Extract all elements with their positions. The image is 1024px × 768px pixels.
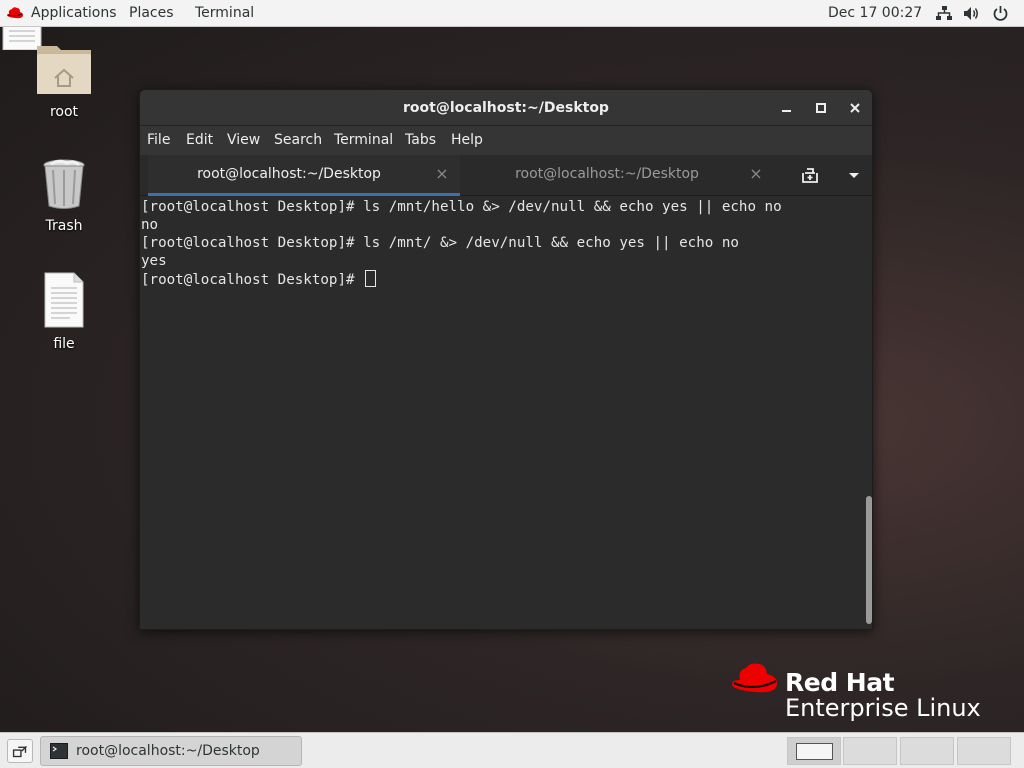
menu-help[interactable]: Help xyxy=(451,126,483,155)
chevron-down-icon[interactable] xyxy=(846,167,862,183)
taskbar-window-item[interactable]: root@localhost:~/Desktop xyxy=(40,736,302,766)
tab-close-icon[interactable]: × xyxy=(434,166,450,182)
workspace-3[interactable] xyxy=(900,737,954,765)
terminal-line: no xyxy=(141,217,159,233)
document-icon xyxy=(44,272,84,328)
desktop-icon-trash[interactable]: Trash xyxy=(24,158,104,234)
taskbar-window-label: root@localhost:~/Desktop xyxy=(76,743,260,759)
workspace-1[interactable] xyxy=(787,737,841,765)
terminal-line: [root@localhost Desktop]# ls /mnt/ &> /d… xyxy=(141,235,739,251)
terminal-line: [root@localhost Desktop]# ls /mnt/hello … xyxy=(141,199,782,215)
desktop-icon-root[interactable]: root xyxy=(24,40,104,120)
top-panel: Applications Places Terminal Dec 17 00:2… xyxy=(0,0,1024,27)
brand-line-2: Enterprise Linux xyxy=(785,694,981,722)
bottom-taskbar: root@localhost:~/Desktop xyxy=(0,732,1024,768)
terminal-app-menu[interactable]: Terminal xyxy=(195,0,254,27)
new-tab-icon[interactable] xyxy=(800,165,820,185)
menu-tabs[interactable]: Tabs xyxy=(405,126,436,155)
tab-close-icon[interactable]: × xyxy=(748,166,764,182)
close-icon[interactable] xyxy=(846,99,864,117)
workspace-window-preview xyxy=(796,743,833,760)
scrollbar-thumb[interactable] xyxy=(866,496,872,624)
terminal-prompt-line: [root@localhost Desktop]# xyxy=(141,270,377,288)
power-icon[interactable] xyxy=(992,5,1009,22)
tab-inactive[interactable]: root@localhost:~/Desktop × xyxy=(470,155,774,196)
workspace-2[interactable] xyxy=(843,737,897,765)
menu-edit[interactable]: Edit xyxy=(186,126,213,155)
window-title: root@localhost:~/Desktop xyxy=(403,100,609,116)
terminal-output[interactable]: [root@localhost Desktop]# ls /mnt/hello … xyxy=(140,196,864,629)
minimize-icon[interactable] xyxy=(778,99,796,117)
terminal-line: yes xyxy=(141,253,167,269)
desktop-icon-label: file xyxy=(53,336,75,352)
home-folder-icon xyxy=(37,46,91,94)
redhat-icon[interactable] xyxy=(6,6,24,20)
workspace-4[interactable] xyxy=(957,737,1011,765)
menu-view[interactable]: View xyxy=(227,126,260,155)
tab-label: root@localhost:~/Desktop xyxy=(515,166,699,182)
scrollbar[interactable] xyxy=(864,196,872,629)
menu-bar: File Edit View Search Terminal Tabs Help xyxy=(140,126,872,155)
redhat-logo-icon xyxy=(732,663,778,693)
desktop-icon-label: Trash xyxy=(45,218,83,234)
menu-terminal[interactable]: Terminal xyxy=(334,126,393,155)
volume-icon[interactable] xyxy=(963,5,981,22)
tab-active[interactable]: root@localhost:~/Desktop × xyxy=(148,155,460,196)
tab-bar: root@localhost:~/Desktop × root@localhos… xyxy=(140,155,872,196)
clock[interactable]: Dec 17 00:27 xyxy=(828,0,922,27)
brand-line-1: Red Hat xyxy=(785,668,895,697)
trash-icon xyxy=(43,159,85,209)
menu-search[interactable]: Search xyxy=(274,126,322,155)
network-icon[interactable] xyxy=(935,5,953,22)
menu-file[interactable]: File xyxy=(147,126,170,155)
terminal-window: root@localhost:~/Desktop File Edit View … xyxy=(139,89,873,630)
terminal-prompt: [root@localhost Desktop]# xyxy=(141,272,364,288)
places-menu[interactable]: Places xyxy=(129,0,174,27)
window-titlebar[interactable]: root@localhost:~/Desktop xyxy=(140,90,872,126)
applications-menu[interactable]: Applications xyxy=(31,0,117,27)
maximize-icon[interactable] xyxy=(812,99,830,117)
terminal-icon xyxy=(50,743,68,759)
show-desktop-icon[interactable] xyxy=(7,739,33,763)
tab-label: root@localhost:~/Desktop xyxy=(197,166,381,182)
desktop-icon-label: root xyxy=(49,104,79,120)
terminal-cursor xyxy=(365,270,377,287)
desktop-icon-file[interactable]: file xyxy=(24,272,104,352)
